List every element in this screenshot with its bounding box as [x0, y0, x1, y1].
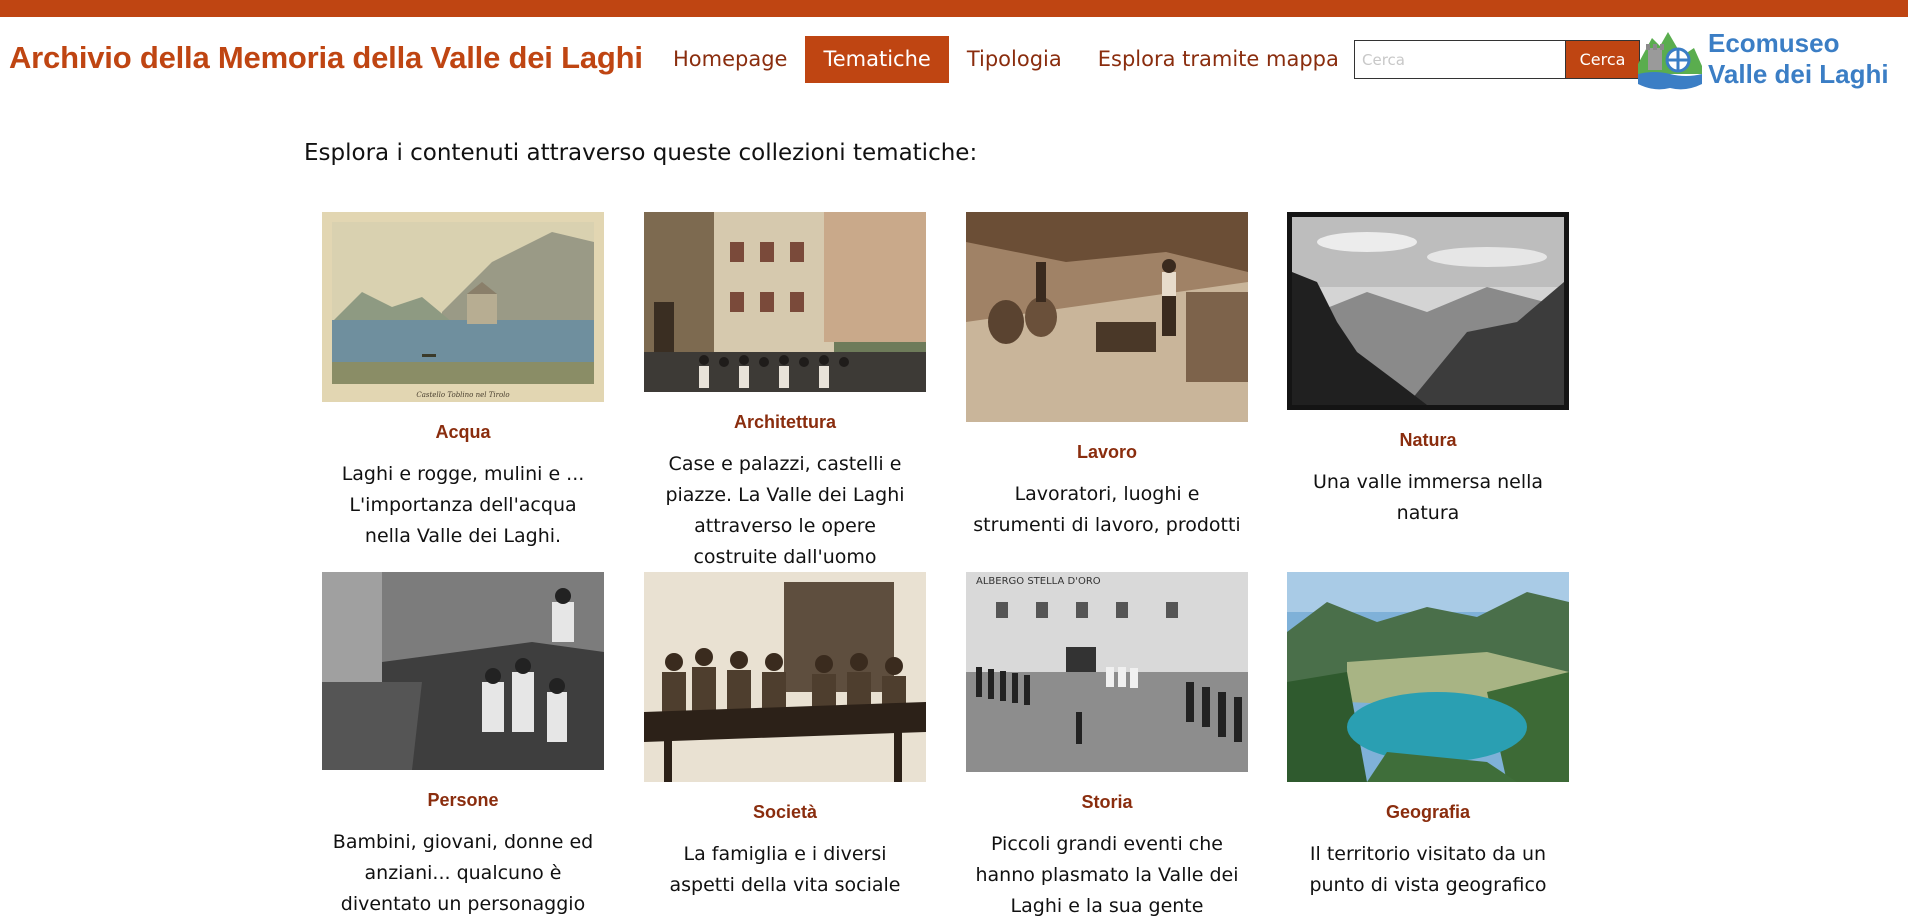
collection-card-societa: Società La famiglia e i diversi aspetti …: [644, 572, 926, 901]
nav-esplora-mappa[interactable]: Esplora tramite mappa: [1080, 36, 1357, 83]
village-square-procession-photo[interactable]: ALBERGO STELLA D'ORO: [966, 572, 1248, 772]
classroom-photo[interactable]: [644, 572, 926, 782]
collection-description: La famiglia e i diversi aspetti della vi…: [669, 843, 901, 896]
site-title[interactable]: Archivio della Memoria della Valle dei L…: [9, 40, 643, 76]
collection-description: Laghi e rogge, mulini e ... L'importanza…: [341, 463, 585, 547]
lake-aerial-photo[interactable]: [1287, 572, 1569, 782]
collection-title[interactable]: Lavoro: [966, 442, 1248, 463]
children-photo[interactable]: [322, 572, 604, 770]
collection-title[interactable]: Società: [644, 802, 926, 823]
lake-castle-painting[interactable]: Castello Toblino nel Tirolo: [322, 212, 604, 402]
collection-card-persone: Persone Bambini, giovani, donne ed anzia…: [322, 572, 604, 920]
collection-card-acqua: Castello Toblino nel Tirolo Acqua Laghi …: [322, 212, 604, 552]
collection-title[interactable]: Geografia: [1287, 802, 1569, 823]
photo-sign-text: ALBERGO STELLA D'ORO: [976, 576, 1101, 587]
ecomuseo-logo[interactable]: Ecomuseo Valle dei Laghi: [1638, 26, 1900, 92]
collection-card-storia: ALBERGO STELLA D'ORO Storia Piccoli gran…: [966, 572, 1248, 922]
search-form: Cerca: [1354, 40, 1640, 79]
logo-line-2: Valle dei Laghi: [1708, 59, 1889, 89]
collection-description: Lavoratori, luoghi e strumenti di lavoro…: [973, 483, 1241, 536]
nav-tipologia[interactable]: Tipologia: [949, 36, 1080, 83]
logo-line-1: Ecomuseo: [1708, 28, 1840, 58]
collection-title[interactable]: Architettura: [644, 412, 926, 433]
ecomuseo-logo-icon: [1638, 32, 1702, 90]
collection-description: Una valle immersa nella natura: [1312, 471, 1544, 524]
collection-title[interactable]: Persone: [322, 790, 604, 811]
collection-card-natura: Natura Una valle immersa nella natura: [1287, 212, 1569, 529]
search-button[interactable]: Cerca: [1565, 40, 1640, 79]
collection-description: Piccoli grandi eventi che hanno plasmato…: [975, 833, 1239, 917]
village-street-photo[interactable]: [644, 212, 926, 392]
nav-homepage[interactable]: Homepage: [655, 36, 805, 83]
collection-title[interactable]: Natura: [1287, 430, 1569, 451]
logo-text: Ecomuseo Valle dei Laghi: [1708, 28, 1889, 90]
main-nav: Homepage Tematiche Tipologia Esplora tra…: [655, 36, 1357, 83]
nav-tematiche[interactable]: Tematiche: [805, 36, 949, 83]
top-accent-bar: [0, 0, 1908, 17]
collection-description: Case e palazzi, castelli e piazze. La Va…: [665, 453, 905, 568]
collection-description: Il territorio visitato da un punto di vi…: [1309, 843, 1547, 896]
intro-text: Esplora i contenuti attraverso queste co…: [304, 140, 978, 166]
workers-photo[interactable]: [966, 212, 1248, 422]
collection-title[interactable]: Acqua: [322, 422, 604, 443]
collection-description: Bambini, giovani, donne ed anziani... qu…: [332, 831, 594, 915]
painting-caption: Castello Toblino nel Tirolo: [416, 391, 509, 399]
collection-card-geografia: Geografia Il territorio visitato da un p…: [1287, 572, 1569, 901]
collection-card-lavoro: Lavoro Lavoratori, luoghi e strumenti di…: [966, 212, 1248, 541]
search-input[interactable]: [1354, 40, 1565, 79]
collection-card-architettura: Architettura Case e palazzi, castelli e …: [644, 212, 926, 573]
mountain-valley-photo[interactable]: [1287, 212, 1569, 410]
collection-title[interactable]: Storia: [966, 792, 1248, 813]
